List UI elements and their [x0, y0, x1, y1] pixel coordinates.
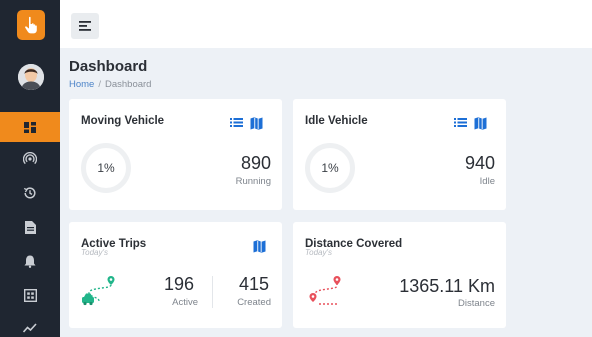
breadcrumb-home-link[interactable]: Home	[69, 79, 94, 90]
bell-icon	[24, 255, 36, 268]
live-tracking-icon	[23, 152, 37, 165]
card-actions	[454, 117, 487, 130]
sidebar-item-calendar[interactable]	[0, 280, 60, 310]
card-title: Idle Vehicle	[305, 115, 368, 127]
document-icon	[24, 220, 36, 234]
calendar-icon	[23, 288, 37, 302]
user-avatar-icon	[18, 64, 44, 90]
card-title: Moving Vehicle	[81, 115, 165, 127]
card-subtitle: Today's	[81, 248, 109, 257]
active-trips-count: 196	[163, 274, 194, 294]
idle-label: Idle	[479, 176, 495, 187]
moving-percent-ring: 1%	[81, 143, 131, 193]
list-view-icon[interactable]	[454, 117, 467, 128]
idle-percent: 1%	[321, 161, 339, 175]
card-subtitle: Today's	[305, 248, 333, 257]
moving-vehicle-card: Moving Vehicle 1% 890 Running	[69, 99, 282, 210]
active-trips-label: Active	[172, 297, 198, 308]
page-title: Dashboard	[69, 58, 148, 75]
moving-percent: 1%	[97, 161, 115, 175]
card-actions	[230, 117, 263, 130]
hand-pointer-icon	[25, 16, 37, 34]
idle-percent-ring: 1%	[305, 143, 355, 193]
stat-divider	[212, 276, 213, 308]
route-trip-icon	[82, 276, 115, 306]
created-trips-label: Created	[237, 297, 271, 308]
idle-vehicle-card: Idle Vehicle 1% 940 Idle	[293, 99, 506, 210]
sidebar-item-dashboard[interactable]	[0, 112, 60, 142]
active-trips-card: Active Trips Today's 196 Active 415 Crea…	[69, 222, 282, 328]
distance-label: Distance	[458, 298, 495, 309]
breadcrumb-current: Dashboard	[104, 79, 152, 90]
map-view-icon[interactable]	[474, 117, 487, 130]
map-view-icon[interactable]	[250, 117, 263, 130]
list-view-icon[interactable]	[230, 117, 243, 128]
distance-covered-card: Distance Covered Today's 1365.11 Km Dist…	[293, 222, 506, 328]
app-logo[interactable]	[17, 10, 45, 40]
map-view-icon[interactable]	[253, 240, 266, 253]
distance-value: 1365.11 Km	[399, 276, 495, 296]
breadcrumb-separator: /	[98, 79, 101, 90]
created-trips-count: 415	[238, 274, 269, 294]
route-distance-icon	[309, 276, 341, 305]
idle-count: 940	[464, 153, 495, 173]
sidebar	[0, 0, 60, 337]
hamburger-icon	[79, 21, 91, 31]
avatar[interactable]	[18, 64, 44, 90]
menu-toggle-button[interactable]	[71, 13, 99, 39]
history-icon	[23, 187, 36, 199]
dashboard-icon	[24, 121, 36, 133]
sidebar-item-notifications[interactable]	[0, 246, 60, 276]
moving-label: Running	[235, 176, 271, 187]
sidebar-item-documents[interactable]	[0, 212, 60, 242]
sidebar-item-reports[interactable]	[0, 313, 60, 337]
sidebar-item-history[interactable]	[0, 178, 60, 208]
moving-count: 890	[240, 153, 271, 173]
breadcrumb: Home / Dashboard	[69, 79, 151, 90]
chart-icon	[23, 323, 37, 333]
card-actions	[253, 240, 266, 253]
top-bar	[60, 0, 592, 48]
sidebar-item-live-tracking[interactable]	[0, 144, 60, 174]
